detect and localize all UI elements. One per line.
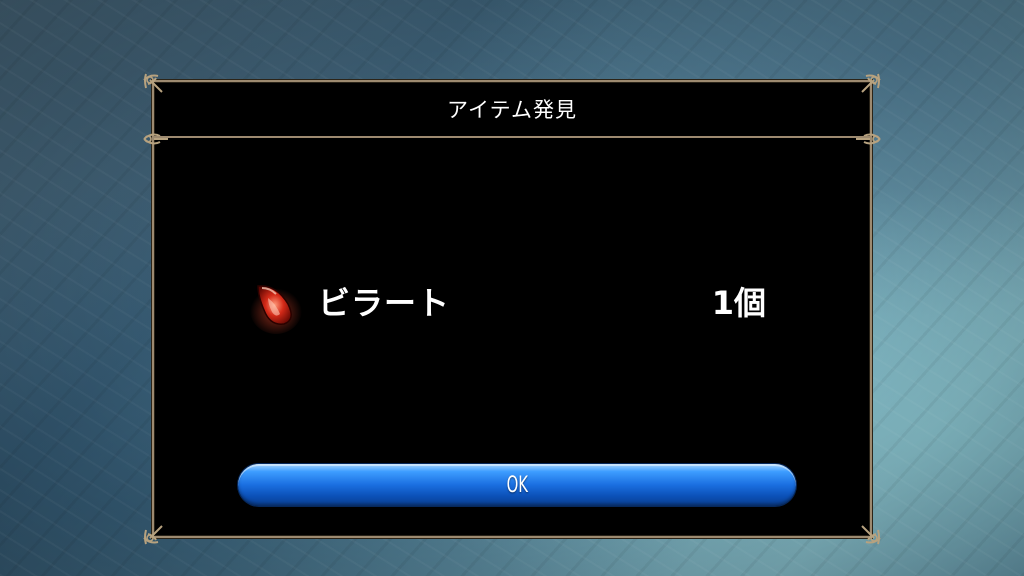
item-row: ビラート 1個 — [246, 270, 766, 334]
frame-ornament-icon — [140, 514, 174, 548]
item-found-dialog: アイテム発見 ビラート 1個 OK — [143, 73, 881, 545]
red-crystal-icon — [246, 274, 310, 338]
dialog-header: アイテム発見 — [154, 82, 870, 138]
item-name: ビラート — [318, 284, 451, 322]
frame-ornament-icon — [850, 514, 884, 548]
dialog-title: アイテム発見 — [447, 98, 577, 122]
item-quantity: 1個 — [711, 284, 766, 322]
ok-button[interactable]: OK — [238, 464, 796, 506]
ok-button-label: OK — [506, 472, 528, 498]
